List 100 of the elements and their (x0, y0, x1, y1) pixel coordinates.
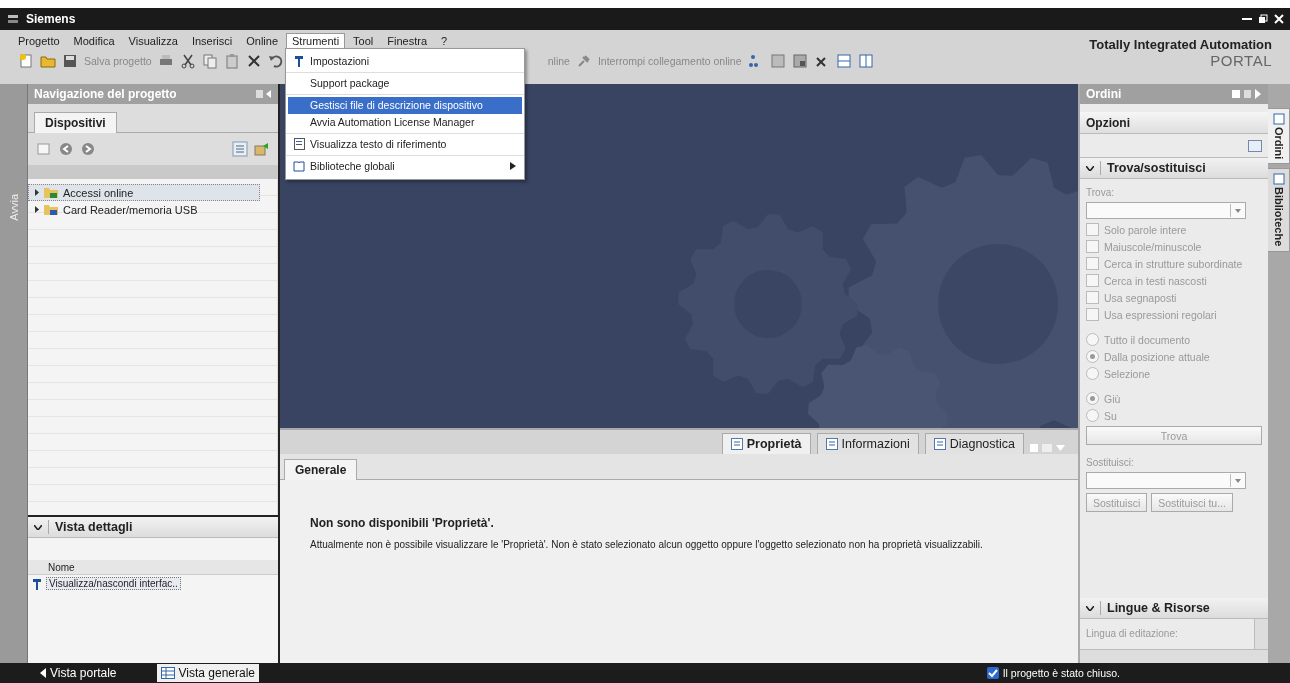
expand-icon[interactable] (35, 189, 39, 196)
view-button[interactable]: Vista generale (156, 664, 259, 682)
checkbox-label: Solo parole intere (1104, 223, 1187, 236)
field-label: Trova: (1086, 187, 1115, 198)
menu-item[interactable]: Modifica (67, 32, 121, 48)
list-view-icon[interactable] (232, 141, 248, 157)
checkbox-label: Maiuscole/minuscole (1104, 240, 1202, 253)
side-tab[interactable]: Ordini (1268, 108, 1290, 165)
field-label: Lingua di editazione: (1086, 628, 1178, 639)
panel-title: Navigazione del progetto (34, 87, 177, 101)
back-icon[interactable] (58, 141, 74, 157)
menu-option[interactable]: Gestisci file di descrizione dispositivo (288, 96, 523, 114)
menu-option[interactable]: Avvia Automation License Manager (288, 113, 523, 131)
menu-option[interactable]: Visualizza testo di riferimento (288, 135, 523, 153)
menu-item[interactable]: Inserisci (185, 32, 239, 48)
dropdown-arrow-icon[interactable] (1234, 478, 1241, 483)
panel-icon[interactable] (791, 53, 808, 69)
folder-icon (43, 186, 59, 199)
inspector-tab[interactable]: Informazioni (816, 433, 919, 454)
section-header[interactable]: Vista dettagli (28, 517, 278, 538)
menu-item[interactable]: Online (240, 32, 285, 48)
layout-icon (1248, 139, 1262, 152)
options-title: Opzioni (1086, 115, 1130, 130)
tab-icon (933, 438, 946, 450)
cut-icon[interactable] (179, 53, 196, 69)
column-header: Nome (28, 560, 278, 575)
menu-item[interactable]: Finestra (381, 32, 434, 48)
devices-tab[interactable]: Dispositivi (34, 112, 117, 133)
view-button[interactable]: Vista portale (36, 664, 121, 682)
menu-item[interactable]: ? (435, 32, 454, 48)
scrollbar[interactable] (1254, 619, 1268, 649)
menu-option[interactable]: Biblioteche globali (288, 157, 523, 175)
wrench-icon (294, 55, 305, 67)
tab-icon (1272, 173, 1285, 186)
expand-icon[interactable] (35, 206, 39, 213)
tab-icon (730, 438, 743, 450)
menu-option[interactable]: Support package (288, 74, 523, 92)
radio-label: Giù (1104, 392, 1121, 405)
panel-title: Ordini (1086, 87, 1122, 101)
brand-title: Totally Integrated Automation (1089, 37, 1272, 52)
brand-subtitle: PORTAL (1210, 52, 1272, 69)
wrench-icon (32, 577, 42, 590)
radio-label: Tutto il documento (1104, 333, 1190, 346)
folder-icon (43, 203, 59, 216)
checkbox-label: Cerca in strutture subordinate (1104, 257, 1243, 270)
section-title: Trova/sostituisci (1107, 161, 1206, 175)
minimize-icon (1242, 18, 1252, 20)
message-text: Attualmente non è possibile visualizzare le 'Proprietà'. Non è stato selezionato alcun oggetto oppure l'oggetto selezionato non ha proprietà visualizzabili. (310, 538, 984, 551)
chevron-icon[interactable] (34, 524, 42, 530)
tab-icon (1272, 113, 1285, 125)
radio-label: Selezione (1104, 367, 1151, 380)
split-vertical-icon[interactable] (857, 53, 874, 69)
tree-item[interactable]: Accessi online (28, 184, 260, 201)
dropdown-arrow-icon[interactable] (1234, 208, 1241, 213)
menu-item[interactable]: Progetto (12, 32, 66, 48)
undo-icon[interactable] (267, 53, 284, 69)
collapse-icon (256, 89, 272, 99)
inspector-tab[interactable]: Proprietà (721, 433, 811, 454)
side-tab[interactable]: Biblioteche (1268, 168, 1290, 252)
menu-option[interactable]: Impostazioni (288, 52, 523, 70)
scrollbar[interactable] (1080, 649, 1268, 663)
book-icon (293, 160, 306, 172)
add-icon[interactable] (36, 141, 52, 157)
checkbox-label: Usa segnaposti (1104, 291, 1177, 304)
chevron-icon[interactable] (1086, 605, 1094, 611)
paste-icon[interactable] (223, 53, 240, 69)
window-controls-icon (1030, 442, 1066, 454)
tree-label: Card Reader/memoria USB (63, 203, 198, 216)
document-icon (293, 138, 305, 150)
menu-item[interactable]: Visualizza (122, 32, 184, 48)
menu-item[interactable]: Strumenti (286, 32, 346, 48)
table-export-icon[interactable] (254, 141, 270, 157)
save-icon[interactable] (62, 53, 78, 69)
general-tab[interactable]: Generale (284, 459, 358, 480)
section-title: Lingue & Risorse (1107, 601, 1210, 615)
check-icon (986, 667, 999, 679)
table-icon (160, 667, 175, 679)
delete-icon[interactable] (245, 53, 262, 69)
open-folder-icon[interactable] (40, 53, 56, 69)
section-title: Vista dettagli (55, 520, 133, 534)
radio-label: Dalla posizione attuale (1104, 350, 1210, 363)
tree-label: Accessi online (63, 186, 134, 199)
inspector-tab[interactable]: Diagnostica (924, 433, 1024, 454)
checkbox-label: Cerca in testi nascosti (1104, 274, 1207, 287)
tab-icon (825, 438, 838, 450)
tree-item[interactable]: Card Reader/memoria USB (28, 201, 260, 218)
field-label: Sostituisci: (1086, 457, 1135, 468)
forward-icon[interactable] (80, 141, 96, 157)
window-controls-icon (1232, 89, 1262, 99)
checkbox-label: Usa espressioni regolari (1104, 308, 1217, 321)
copy-icon[interactable] (201, 53, 218, 69)
new-project-icon[interactable] (18, 53, 34, 69)
section-header[interactable]: Lingue & Risorse (1080, 598, 1268, 619)
split-horizontal-icon[interactable] (835, 53, 852, 69)
restore-icon (1258, 14, 1268, 24)
radio-label: Su (1104, 409, 1117, 422)
message-heading: Non sono disponibili 'Proprietà'. (310, 516, 495, 530)
menu-item[interactable]: Tool (347, 32, 380, 48)
caret-left-icon (40, 668, 46, 678)
table-cell[interactable]: Visualizza/nascondi interfac.. (46, 577, 181, 590)
